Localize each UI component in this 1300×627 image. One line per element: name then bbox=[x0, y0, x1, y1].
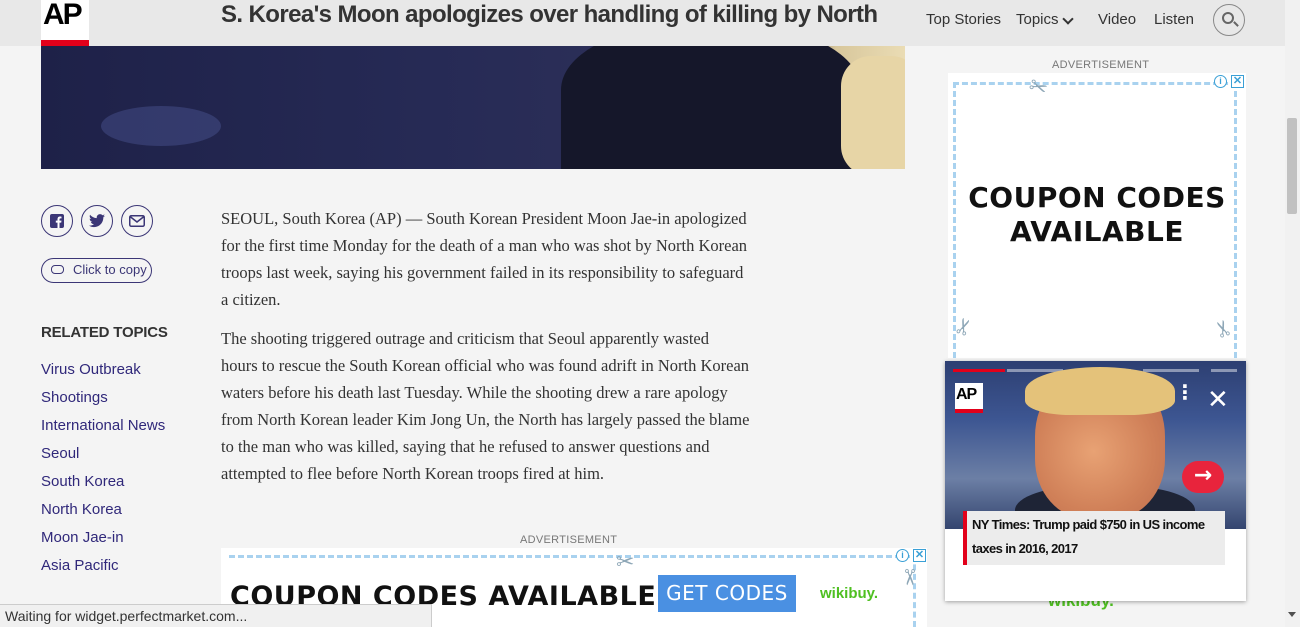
twitter-share-button[interactable] bbox=[81, 205, 113, 237]
scissors-icon: ✂ bbox=[896, 568, 921, 587]
coupon-line: COUPON CODES bbox=[968, 181, 1226, 214]
close-icon[interactable]: ✕ bbox=[1207, 387, 1229, 413]
article-paragraph: SEOUL, South Korea (AP) — South Korean P… bbox=[221, 205, 821, 313]
ad-close-icon[interactable]: ✕ bbox=[913, 549, 926, 562]
topic-link[interactable]: Asia Pacific bbox=[41, 557, 119, 574]
scrollbar-track[interactable] bbox=[1285, 0, 1300, 627]
twitter-icon bbox=[89, 214, 105, 228]
copy-link-button[interactable]: Click to copy bbox=[41, 258, 152, 283]
coupon-line: AVAILABLE bbox=[1010, 215, 1184, 248]
ad-close-icon[interactable]: ✕ bbox=[1231, 75, 1244, 88]
article-line: for the first time Monday for the death … bbox=[221, 236, 748, 255]
chevron-down-icon[interactable] bbox=[1062, 13, 1074, 25]
ap-logo-text: AP bbox=[43, 0, 83, 31]
topic-link[interactable]: North Korea bbox=[41, 501, 122, 518]
topic-link[interactable]: South Korea bbox=[41, 473, 124, 490]
ap-logo: AP bbox=[955, 383, 983, 413]
hero-image bbox=[41, 46, 905, 169]
get-codes-button[interactable]: GET CODES bbox=[658, 575, 796, 612]
article-line: hours to rescue the South Korean officia… bbox=[221, 356, 750, 375]
topic-link[interactable]: Moon Jae-in bbox=[41, 529, 124, 546]
link-icon bbox=[51, 265, 64, 274]
topic-link[interactable]: International News bbox=[41, 417, 165, 434]
browser-status-bar: Waiting for widget.perfectmarket.com... bbox=[0, 604, 432, 627]
scroll-down-arrow-icon[interactable] bbox=[1288, 612, 1296, 617]
scissors-icon: ✂ bbox=[616, 550, 635, 575]
ap-logo-text: AP bbox=[956, 386, 977, 403]
facebook-share-button[interactable] bbox=[41, 205, 73, 237]
scrollbar-thumb[interactable] bbox=[1287, 118, 1297, 214]
article-line: waters before his death last Tuesday. Wh… bbox=[221, 383, 728, 402]
coupon-sidebar-ad[interactable]: ✂ ✂ ✂ COUPON CODES AVAILABLE i ✕ bbox=[948, 73, 1246, 367]
video-caption[interactable]: NY Times: Trump paid $750 in US income t… bbox=[963, 511, 1225, 565]
adchoices-info-icon[interactable]: i bbox=[1214, 75, 1227, 88]
video-widget[interactable]: AP ⋮ ✕ → NY Times: Trump paid $750 in US… bbox=[945, 361, 1246, 601]
adchoices-info-icon[interactable]: i bbox=[896, 549, 909, 562]
copy-link-label: Click to copy bbox=[73, 262, 147, 277]
article-line: attempted to flee before North Korean tr… bbox=[221, 464, 605, 483]
coupon-codes-text: COUPON CODES AVAILABLE bbox=[948, 181, 1246, 249]
related-topics-heading: RELATED TOPICS bbox=[41, 324, 168, 341]
site-header: AP S. Korea's Moon apologizes over handl… bbox=[0, 0, 1285, 46]
page-headline: S. Korea's Moon apologizes over handling… bbox=[221, 1, 878, 28]
nav-top-stories[interactable]: Top Stories bbox=[926, 11, 1001, 28]
facebook-icon bbox=[50, 214, 64, 228]
article-paragraph: The shooting triggered outrage and criti… bbox=[221, 325, 821, 487]
article-line: The shooting triggered outrage and criti… bbox=[221, 329, 709, 348]
nav-listen[interactable]: Listen bbox=[1154, 11, 1194, 28]
search-button[interactable] bbox=[1213, 4, 1245, 36]
article-line: to the man who was killed, saying that h… bbox=[221, 437, 710, 456]
topic-link[interactable]: Seoul bbox=[41, 445, 79, 462]
article-line: SEOUL, South Korea (AP) — South Korean P… bbox=[221, 209, 747, 228]
article-line: a citizen. bbox=[221, 290, 281, 309]
article-line: troops last week, saying his government … bbox=[221, 263, 744, 282]
advertisement-label: ADVERTISEMENT bbox=[520, 534, 618, 546]
email-share-button[interactable] bbox=[121, 205, 153, 237]
nav-topics[interactable]: Topics bbox=[1016, 11, 1059, 28]
article-line: from North Korean leader Kim Jong Un, th… bbox=[221, 410, 750, 429]
video-player[interactable]: AP ⋮ ✕ → bbox=[945, 361, 1246, 529]
wikibuy-logo: wikibuy. bbox=[820, 585, 879, 602]
nav-video[interactable]: Video bbox=[1098, 11, 1136, 28]
advertisement-label: ADVERTISEMENT bbox=[1052, 59, 1150, 71]
ap-logo[interactable]: AP bbox=[41, 0, 89, 46]
mail-icon bbox=[129, 215, 145, 227]
topic-link[interactable]: Shootings bbox=[41, 389, 108, 406]
arrow-right-icon: → bbox=[1193, 463, 1213, 488]
more-options-icon[interactable]: ⋮ bbox=[1175, 382, 1195, 402]
next-video-button[interactable]: → bbox=[1182, 461, 1224, 493]
topic-link[interactable]: Virus Outbreak bbox=[41, 361, 141, 378]
